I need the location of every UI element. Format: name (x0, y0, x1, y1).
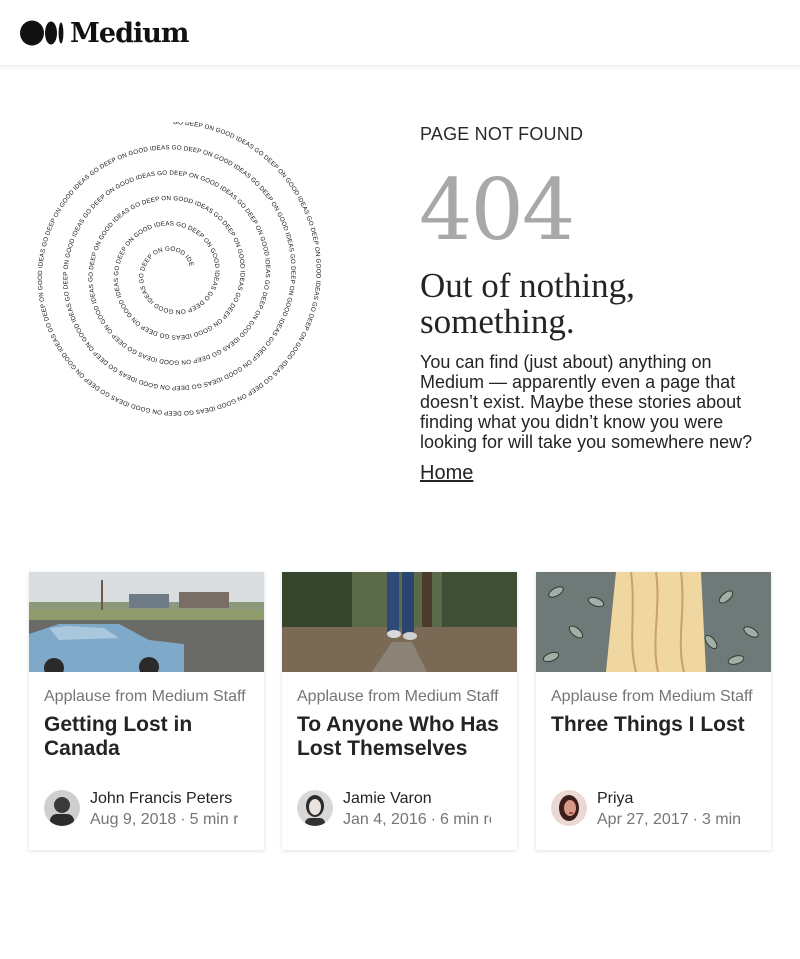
story-kicker: Applause from Medium Staff (297, 688, 499, 705)
story-read-time: 3 min (701, 811, 742, 828)
avatar[interactable] (44, 790, 80, 826)
medium-logo-icon (20, 20, 64, 46)
top-navigation-bar: Medium (0, 0, 800, 66)
story-image-car (29, 572, 264, 672)
story-author: John Francis Peters Aug 9, 2018·5 min re… (44, 790, 249, 829)
medium-logo[interactable]: Medium (20, 17, 189, 49)
story-date: Jan 4, 2016 (343, 811, 427, 828)
story-card[interactable]: Applause from Medium Staff Getting Lost … (29, 572, 264, 850)
story-title[interactable]: To Anyone Who Has Lost Themselves (297, 713, 502, 769)
author-name[interactable]: Priya (597, 790, 633, 808)
error-headline: Out of nothing, something. (420, 268, 780, 340)
story-meta: Aug 9, 2018·5 min read (90, 811, 238, 829)
error-description: You can find (just about) anything on Me… (420, 352, 753, 452)
author-name[interactable]: Jamie Varon (343, 790, 432, 808)
page-not-found-label: PAGE NOT FOUND (420, 124, 584, 144)
story-meta: Jan 4, 2016·6 min read (343, 811, 491, 829)
author-name[interactable]: John Francis Peters (90, 790, 232, 808)
story-card[interactable]: Applause from Medium Staff To Anyone Who… (282, 572, 517, 850)
story-card[interactable]: Applause from Medium Staff Three Things … (536, 572, 771, 850)
home-link[interactable]: Home (420, 462, 473, 485)
headline-line-1: Out of nothing, (420, 266, 635, 305)
spiral-text-illustration: GO DEEP ON GOOD IDEAS GO DEEP ON GOOD ID… (15, 117, 328, 432)
story-image-illustration (536, 572, 771, 672)
medium-wordmark: Medium (70, 17, 189, 49)
story-kicker: Applause from Medium Staff (44, 688, 246, 705)
error-code: 404 (419, 161, 575, 259)
spiral-text: GO DEEP ON GOOD IDEAS GO DEEP ON GOOD ID… (15, 117, 321, 416)
story-author: Jamie Varon Jan 4, 2016·6 min read (297, 790, 502, 829)
svg-text:GO DEEP ON GOOD IDEAS GO DEEP: GO DEEP ON GOOD IDEAS GO DEEP ON GOOD ID… (18, 122, 322, 416)
story-meta: Apr 27, 2017 · 3 min (597, 811, 742, 828)
story-date: Aug 9, 2018 (90, 811, 177, 828)
story-read-time: 6 min read (439, 811, 491, 828)
avatar[interactable] (551, 790, 587, 826)
story-kicker: Applause from Medium Staff (551, 688, 753, 705)
avatar[interactable] (297, 790, 333, 826)
story-cards: Applause from Medium Staff Getting Lost … (29, 572, 771, 850)
story-author: Priya Apr 27, 2017 · 3 min (551, 790, 756, 828)
story-title[interactable]: Three Things I Lost (551, 713, 756, 769)
headline-line-2: something. (420, 302, 575, 341)
story-read-time: 5 min read (189, 811, 238, 828)
story-date: Apr 27, 2017 (597, 811, 689, 828)
story-title[interactable]: Getting Lost in Canada (44, 713, 249, 769)
story-image-path (282, 572, 517, 672)
